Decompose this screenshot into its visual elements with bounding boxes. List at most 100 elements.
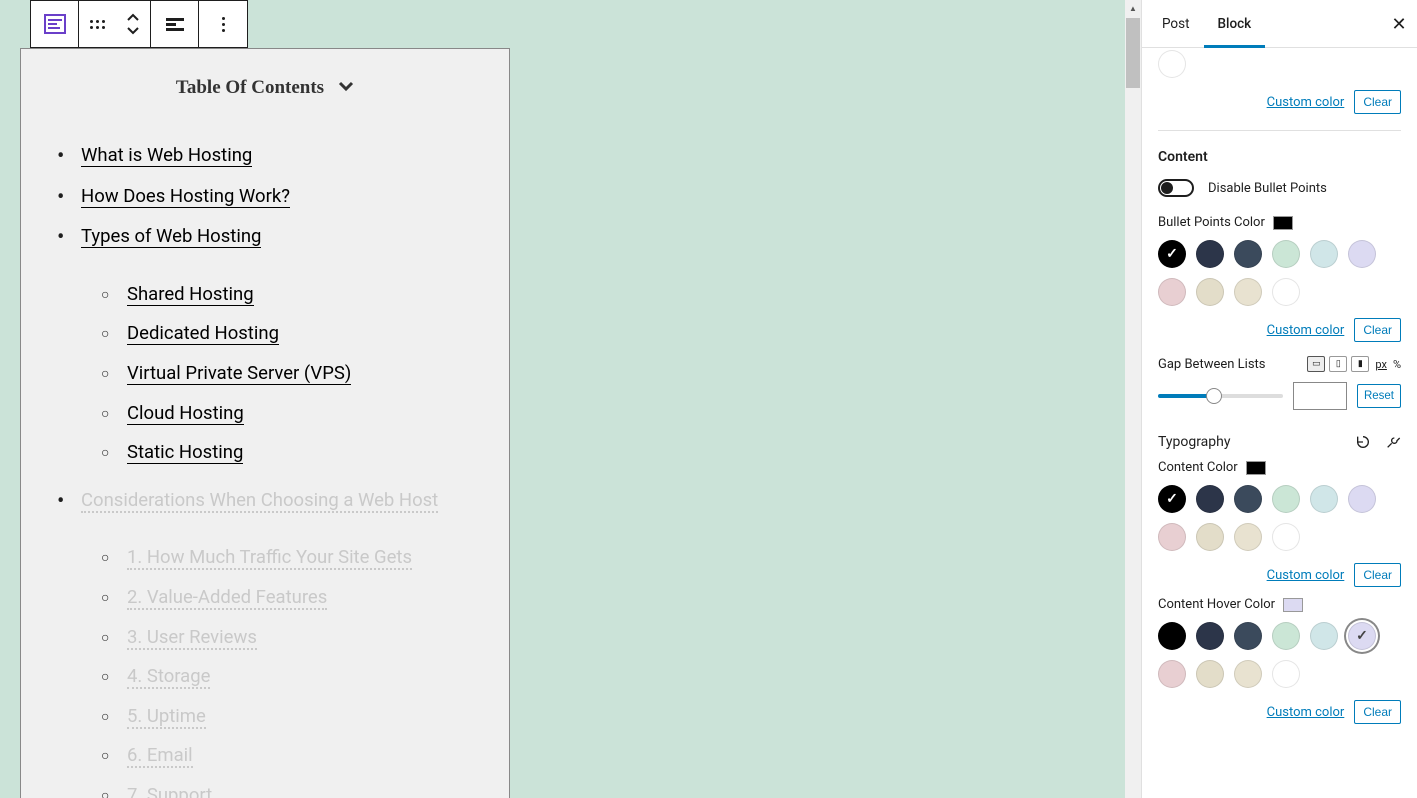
custom-color-link[interactable]: Custom color [1267,568,1345,583]
color-swatch[interactable] [1234,240,1262,268]
color-swatch[interactable] [1158,50,1186,78]
toc-link[interactable]: Shared Hosting [127,283,254,306]
color-swatch[interactable] [1196,660,1224,688]
color-swatch[interactable] [1196,240,1224,268]
toc-link[interactable]: What is Web Hosting [81,144,252,167]
toc-link[interactable]: 4. Storage [127,665,210,689]
align-icon [166,18,184,31]
toc-block[interactable]: Table Of Contents What is Web HostingHow… [20,48,510,798]
color-swatch[interactable] [1196,485,1224,513]
toc-item: Considerations When Choosing a Web Host 1… [81,486,491,798]
color-swatch[interactable] [1234,660,1262,688]
color-swatch[interactable] [1272,485,1300,513]
color-swatch[interactable] [1158,523,1186,551]
color-swatch[interactable] [1272,622,1300,650]
toc-link[interactable]: Static Hosting [127,441,243,464]
toc-link[interactable]: 1. How Much Traffic Your Site Gets [127,546,412,570]
disable-bullets-label: Disable Bullet Points [1208,181,1327,196]
color-swatch[interactable] [1158,622,1186,650]
toc-link[interactable]: 6. Email [127,744,193,768]
color-swatch[interactable] [1348,485,1376,513]
toc-item: Types of Web Hosting Shared Hosting Dedica… [81,222,491,468]
content-color-chip [1246,461,1266,475]
color-swatch[interactable] [1234,622,1262,650]
mobile-icon[interactable]: ▮ [1351,356,1369,372]
toc-subitem: 7. Support [127,781,491,798]
color-swatch[interactable] [1272,523,1300,551]
typography-label: Typography [1158,434,1230,450]
check-icon: ✓ [1356,628,1368,644]
unit-pct[interactable]: % [1393,358,1401,371]
align-button[interactable] [151,1,199,47]
hover-color-label: Content Hover Color [1158,597,1275,612]
toc-subitem: 3. User Reviews [127,623,491,653]
bullet-color-chip [1273,216,1293,230]
more-options-button[interactable] [199,1,247,47]
color-swatch[interactable] [1348,240,1376,268]
toc-link[interactable]: 7. Support [127,784,212,798]
toc-link[interactable]: How Does Hosting Work? [81,185,290,208]
toc-subitem: Static Hosting [127,438,491,468]
canvas-scrollbar[interactable]: ▲ [1125,0,1141,798]
color-swatch[interactable] [1234,278,1262,306]
toc-link[interactable]: 5. Uptime [127,705,206,729]
color-swatch[interactable]: ✓ [1158,485,1186,513]
color-swatch[interactable]: ✓ [1158,240,1186,268]
move-updown[interactable] [115,1,151,47]
clear-button[interactable]: Clear [1354,318,1401,342]
reset-icon[interactable] [1355,434,1371,450]
color-swatch[interactable] [1310,485,1338,513]
content-heading: Content [1158,149,1401,165]
wrench-icon[interactable] [1385,434,1401,450]
tab-post[interactable]: Post [1148,0,1204,48]
toc-link[interactable]: 2. Value-Added Features [127,586,327,610]
toc-link[interactable]: Types of Web Hosting [81,225,261,248]
color-swatch[interactable]: ✓ [1348,622,1376,650]
scroll-thumb[interactable] [1126,18,1140,88]
clear-button[interactable]: Clear [1354,563,1401,587]
color-swatch[interactable] [1158,278,1186,306]
block-type-button[interactable] [31,1,79,47]
hover-color-chip [1283,598,1303,612]
gap-input[interactable] [1293,382,1347,410]
responsive-device-toggle[interactable]: ▭ ▯ ▮ [1307,356,1369,372]
editor-canvas[interactable]: Table Of Contents What is Web HostingHow… [0,0,1141,798]
color-swatch[interactable] [1196,622,1224,650]
tab-block[interactable]: Block [1204,0,1266,48]
color-swatch[interactable] [1158,660,1186,688]
slider-handle[interactable] [1206,388,1222,404]
scroll-up-button[interactable]: ▲ [1125,0,1141,16]
unit-px[interactable]: px [1375,358,1387,371]
close-sidebar-button[interactable]: ✕ [1389,14,1409,35]
gap-slider[interactable] [1158,394,1283,398]
color-swatch[interactable] [1196,523,1224,551]
color-swatch[interactable] [1310,622,1338,650]
toc-link[interactable]: Considerations When Choosing a Web Host [81,489,438,513]
clear-button[interactable]: Clear [1354,700,1401,724]
toc-sublist: Shared Hosting Dedicated Hosting Virtual P… [81,280,491,468]
toc-subitem: Shared Hosting [127,280,491,310]
toc-link[interactable]: 3. User Reviews [127,626,257,650]
clear-button[interactable]: Clear [1354,90,1401,114]
color-swatch[interactable] [1196,278,1224,306]
desktop-icon[interactable]: ▭ [1307,356,1325,372]
toc-link[interactable]: Virtual Private Server (VPS) [127,362,351,385]
color-swatch[interactable] [1272,278,1300,306]
chevron-down-icon [338,80,354,92]
toc-link[interactable]: Cloud Hosting [127,402,244,425]
color-swatch[interactable] [1272,660,1300,688]
custom-color-link[interactable]: Custom color [1267,95,1345,110]
disable-bullets-toggle[interactable] [1158,179,1194,197]
custom-color-link[interactable]: Custom color [1267,323,1345,338]
drag-handle[interactable] [79,1,115,47]
tablet-icon[interactable]: ▯ [1329,356,1347,372]
collapse-toggle[interactable] [338,80,354,96]
custom-color-link[interactable]: Custom color [1267,705,1345,720]
color-swatch[interactable] [1234,485,1262,513]
color-swatch[interactable] [1234,523,1262,551]
reset-button[interactable]: Reset [1357,384,1401,408]
toc-link[interactable]: Dedicated Hosting [127,322,279,345]
toc-subitem: 2. Value-Added Features [127,583,491,613]
color-swatch[interactable] [1272,240,1300,268]
color-swatch[interactable] [1310,240,1338,268]
